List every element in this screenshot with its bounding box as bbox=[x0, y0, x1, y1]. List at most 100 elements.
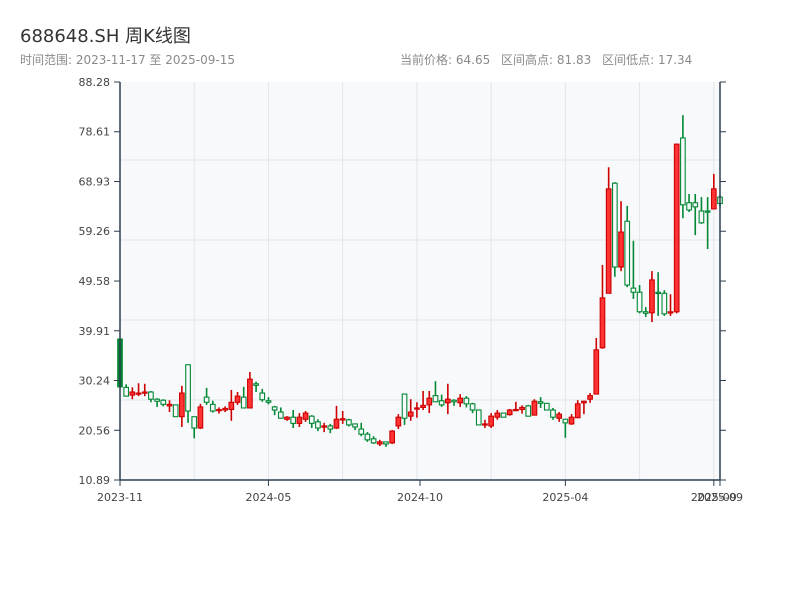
candle-body bbox=[649, 279, 655, 314]
candle-body bbox=[284, 416, 290, 420]
candle-body bbox=[389, 430, 396, 444]
candle-body bbox=[141, 391, 148, 394]
candle-body bbox=[216, 408, 222, 412]
candle-body bbox=[197, 406, 204, 429]
candle-body bbox=[531, 400, 538, 416]
candle-body bbox=[277, 411, 284, 419]
candle-up bbox=[531, 399, 538, 416]
candle-down bbox=[611, 182, 618, 277]
candle-body bbox=[228, 401, 235, 411]
candle-body bbox=[550, 409, 556, 418]
candle-body bbox=[605, 188, 612, 294]
candle-body bbox=[581, 400, 587, 404]
candle-body bbox=[599, 297, 606, 349]
candle-down bbox=[525, 404, 532, 417]
candle-body bbox=[562, 418, 569, 424]
candle-body bbox=[500, 412, 507, 418]
candle-body bbox=[308, 415, 315, 424]
candle-body bbox=[333, 418, 340, 429]
y-tick-label: 88.28 bbox=[79, 76, 111, 89]
y-tick-label: 20.56 bbox=[79, 424, 111, 437]
candle-body bbox=[203, 396, 210, 403]
candle-body bbox=[618, 231, 624, 268]
x-tick-label: 2025-09 bbox=[697, 491, 743, 504]
candle-body bbox=[420, 404, 426, 408]
candle-body bbox=[166, 403, 173, 407]
candle-body bbox=[414, 407, 420, 410]
candle-body bbox=[475, 409, 482, 426]
candle-body bbox=[438, 400, 445, 406]
candle-up bbox=[506, 408, 513, 416]
candlestick-chart: 10.89 20.56 30.24 39.91 49.58 59.26 68.93 78.61… bbox=[79, 76, 743, 504]
candle-body bbox=[457, 397, 464, 404]
candle-body bbox=[469, 403, 476, 411]
candle-body bbox=[346, 419, 352, 426]
candle-up bbox=[389, 430, 396, 444]
candle-body bbox=[179, 392, 185, 418]
candle-body bbox=[129, 391, 136, 396]
candle-body bbox=[593, 349, 600, 395]
candle-body bbox=[364, 433, 371, 441]
x-tick-label: 2023-11 bbox=[97, 491, 143, 504]
candle-body bbox=[222, 407, 229, 411]
y-tick-label: 49.58 bbox=[79, 275, 111, 288]
candle-down bbox=[661, 290, 668, 316]
candle-body bbox=[661, 292, 668, 315]
candle-body bbox=[209, 403, 216, 412]
candle-body bbox=[686, 202, 692, 211]
candle-body bbox=[426, 397, 433, 406]
candle-down bbox=[172, 404, 179, 418]
candle-body bbox=[519, 406, 525, 411]
x-tick-label: 2024-10 bbox=[397, 491, 443, 504]
candle-body bbox=[636, 291, 643, 313]
candle-body bbox=[259, 392, 266, 401]
candle-body bbox=[587, 395, 593, 400]
candle-body bbox=[537, 401, 544, 404]
candle-body bbox=[451, 399, 457, 403]
candle-body bbox=[667, 311, 674, 314]
candle-body bbox=[191, 416, 198, 429]
candle-body bbox=[247, 378, 253, 409]
candle-body bbox=[698, 210, 705, 224]
candle-body bbox=[296, 416, 303, 424]
candle-body bbox=[135, 392, 142, 395]
candle-body bbox=[642, 311, 649, 314]
candle-down bbox=[500, 412, 507, 418]
candle-body bbox=[692, 202, 699, 208]
candle-body bbox=[506, 409, 513, 416]
candle-body bbox=[234, 395, 241, 403]
candle-body bbox=[611, 182, 618, 268]
candle-body bbox=[370, 438, 377, 444]
candle-body bbox=[513, 408, 519, 412]
candle-body bbox=[265, 400, 272, 403]
candle-body bbox=[185, 364, 191, 412]
candle-body bbox=[271, 406, 278, 411]
candle-body bbox=[321, 425, 327, 428]
y-tick-label: 10.89 bbox=[79, 474, 111, 487]
candle-down bbox=[543, 402, 550, 411]
candle-body bbox=[710, 188, 717, 210]
candle-body bbox=[327, 425, 334, 430]
x-tick-label: 2024-05 bbox=[245, 491, 291, 504]
candle-body bbox=[543, 402, 550, 411]
candle-body bbox=[463, 397, 470, 405]
y-tick-label: 39.91 bbox=[79, 325, 111, 338]
candle-body bbox=[253, 383, 259, 386]
candle-body bbox=[488, 415, 494, 427]
candle-body bbox=[556, 413, 563, 419]
candle-body bbox=[358, 428, 365, 435]
candle-body bbox=[401, 393, 408, 419]
candle-body bbox=[172, 404, 179, 418]
candle-body bbox=[395, 416, 402, 427]
candle-body bbox=[240, 396, 247, 409]
candle-body bbox=[494, 412, 501, 418]
candle-up bbox=[673, 143, 680, 314]
x-tick-label: 2025-04 bbox=[542, 491, 588, 504]
candle-body bbox=[574, 403, 581, 419]
candle-body bbox=[704, 210, 711, 213]
y-tick-label: 78.61 bbox=[79, 126, 111, 139]
candle-body bbox=[352, 423, 358, 428]
candle-body bbox=[290, 416, 297, 424]
candle-body bbox=[444, 398, 451, 404]
candle-down bbox=[346, 418, 352, 427]
